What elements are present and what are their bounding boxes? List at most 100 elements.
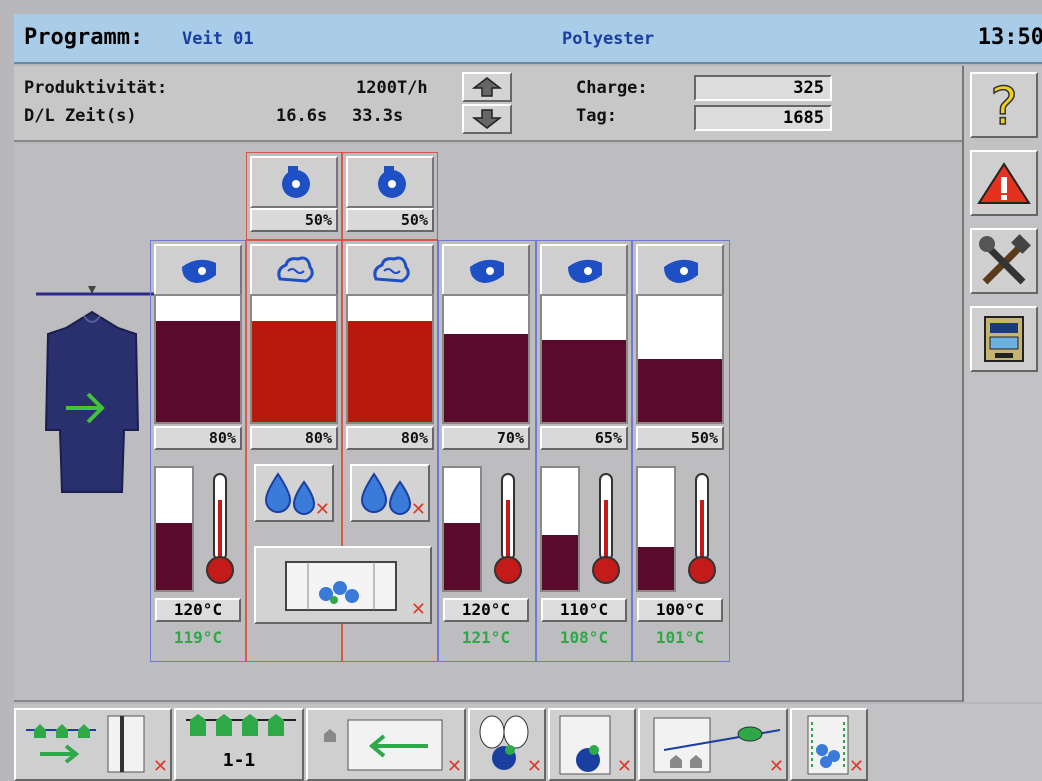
level-gauge-5 [540, 294, 628, 424]
level-fill [348, 321, 432, 422]
level-fill [638, 359, 722, 422]
bottom-toolbar: ✕ 1-1 ✕ ✕ ✕ ✕ ✕ [14, 704, 1042, 781]
set-temp-1[interactable]: 120°C [155, 598, 241, 622]
disabled-x-icon: ✕ [616, 756, 632, 777]
water-drop-button-2[interactable]: ✕ [254, 464, 334, 522]
charge-field: 325 [694, 75, 832, 101]
fan-icon [470, 259, 504, 283]
charge-label: Charge: [576, 78, 648, 98]
level-pct-3: 80% [346, 426, 434, 450]
level-gauge-6 [636, 294, 724, 424]
program-label: Programm: [24, 25, 144, 50]
cabinet-button[interactable] [970, 306, 1038, 372]
warning-icon [977, 162, 1031, 204]
title-bar: Programm: Veit 01 Polyester 13:50 [14, 14, 1042, 64]
fan-icon [568, 259, 602, 283]
disabled-x-icon: ✕ [768, 756, 784, 777]
fan-icon [378, 166, 406, 198]
fan-button-1[interactable] [154, 244, 242, 296]
set-temp-4[interactable]: 120°C [443, 598, 529, 622]
conveyor-fan-button[interactable]: ✕ [638, 708, 788, 781]
thermometer-icon [202, 470, 238, 594]
process-area: 50% 50% 80% 120°C 119°C 80% ✕ 80% ✕ 70% 120°C 121… [14, 144, 962, 702]
steam-button-2[interactable] [250, 244, 338, 296]
top-fan-button-2[interactable] [346, 156, 434, 208]
clock: 13:50 [977, 25, 1042, 50]
arrow-up-icon [472, 77, 502, 97]
water-button[interactable]: ✕ [790, 708, 868, 781]
fan-motor-button[interactable]: ✕ [468, 708, 546, 781]
fan-icon [282, 166, 310, 198]
fan-button-4[interactable] [442, 244, 530, 296]
material-name: Polyester [562, 29, 655, 49]
productivity-value: 1200T/h [356, 78, 428, 98]
actual-temp-5: 108°C [559, 628, 609, 647]
set-temp-6[interactable]: 100°C [637, 598, 723, 622]
level-pct-1: 80% [154, 426, 242, 450]
productivity-label: Produktivität: [24, 78, 168, 98]
level-fill [156, 321, 240, 422]
disabled-x-icon: ✕ [314, 499, 330, 520]
temp-fill [638, 547, 674, 590]
dl-time-value-2: 33.3s [352, 106, 404, 126]
level-pct-4: 70% [442, 426, 530, 450]
fan-button-5[interactable] [540, 244, 628, 296]
disabled-x-icon: ✕ [410, 599, 426, 620]
alarm-button[interactable] [970, 150, 1038, 216]
disabled-x-icon: ✕ [446, 756, 462, 777]
rack-button[interactable]: 1-1 [174, 708, 304, 781]
thermometer-icon [490, 470, 526, 594]
temp-gauge-1 [154, 466, 194, 592]
return-button[interactable]: ✕ [306, 708, 466, 781]
svg-text:?: ? [990, 78, 1018, 132]
cabinet-icon [984, 316, 1024, 362]
top-fan-pct-1: 50% [250, 208, 338, 232]
top-fan-button-1[interactable] [250, 156, 338, 208]
temp-fill [156, 522, 192, 590]
service-button[interactable] [970, 228, 1038, 294]
speed-down-button[interactable] [462, 104, 512, 134]
conveyor-fan-icon [653, 717, 781, 773]
tag-field: 1685 [694, 105, 832, 131]
dl-time-label: D/L Zeit(s) [24, 106, 137, 126]
right-sidebar: ? [962, 66, 1042, 702]
garment-entry-icon [26, 715, 145, 773]
top-fan-pct-2: 50% [346, 208, 434, 232]
water-drop-button-3[interactable]: ✕ [350, 464, 430, 522]
disabled-x-icon: ✕ [152, 756, 168, 777]
level-fill [444, 333, 528, 422]
question-icon: ? [989, 78, 1018, 132]
thermometer-icon [588, 470, 624, 594]
water-tank-icon [285, 561, 397, 611]
set-temp-5[interactable]: 110°C [541, 598, 627, 622]
tag-label: Tag: [576, 106, 617, 126]
help-button[interactable]: ? [970, 72, 1038, 138]
temp-fill [444, 522, 480, 590]
level-pct-5: 65% [540, 426, 628, 450]
level-pct-6: 50% [636, 426, 724, 450]
fan-button-6[interactable] [636, 244, 724, 296]
water-tank-button[interactable]: ✕ [254, 546, 432, 624]
thermometer-icon [684, 470, 720, 594]
info-bar: Produktivität: 1200T/h D/L Zeit(s) 16.6s… [14, 66, 962, 142]
cabinet-fan-button[interactable]: ✕ [548, 708, 636, 781]
tools-icon [979, 234, 1031, 285]
actual-temp-6: 101°C [655, 628, 705, 647]
level-pct-2: 80% [250, 426, 338, 450]
entry-button[interactable]: ✕ [14, 708, 172, 781]
dl-time-value-1: 16.6s [276, 106, 328, 126]
temp-gauge-5 [540, 466, 580, 592]
return-conveyor-icon [324, 719, 443, 771]
steam-icon [373, 256, 410, 283]
speed-up-button[interactable] [462, 72, 512, 102]
garment-rail-icon [36, 286, 164, 493]
level-gauge-1 [154, 294, 242, 424]
disabled-x-icon: ✕ [410, 499, 426, 520]
steam-button-3[interactable] [346, 244, 434, 296]
fan-icon [664, 259, 698, 283]
level-gauge-3 [346, 294, 434, 424]
actual-temp-1: 119°C [173, 628, 223, 647]
program-name: Veit 01 [182, 29, 254, 49]
actual-temp-4: 121°C [461, 628, 511, 647]
fan-icon [182, 259, 216, 283]
